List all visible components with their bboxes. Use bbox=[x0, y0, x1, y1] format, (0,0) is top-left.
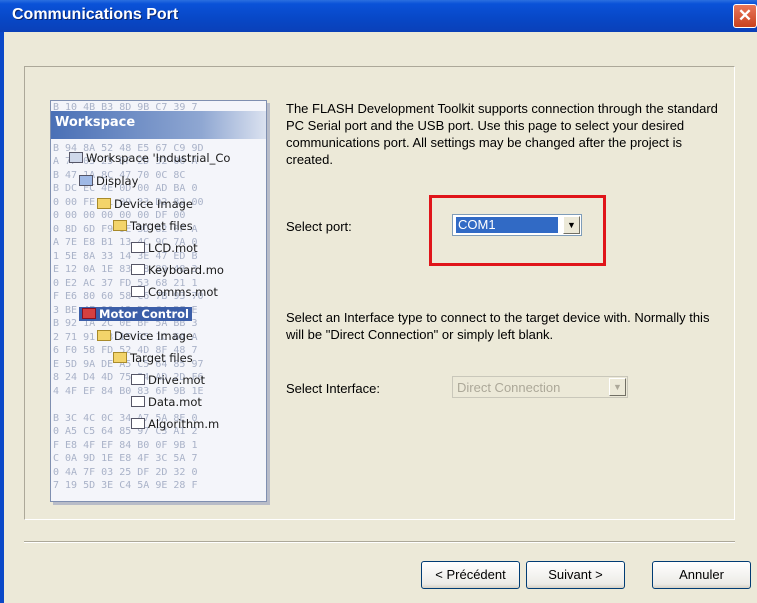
cancel-button[interactable]: Annuler bbox=[652, 561, 751, 589]
select-interface-label: Select Interface: bbox=[286, 381, 380, 396]
tree-item-label: Target files bbox=[130, 219, 193, 233]
close-icon: ✕ bbox=[737, 6, 753, 25]
folder-icon bbox=[97, 198, 111, 209]
tree-item-label: Drive.mot bbox=[148, 373, 206, 387]
folder-icon bbox=[113, 220, 127, 231]
tree-item-label: Device Image bbox=[114, 329, 194, 343]
back-button[interactable]: < Précédent bbox=[421, 561, 520, 589]
title-bar: Communications Port ✕ bbox=[0, 0, 757, 32]
button-separator bbox=[24, 541, 735, 543]
chevron-down-icon: ▼ bbox=[613, 382, 622, 392]
workspace-illustration: B 10 4B B3 8D 9B C7 39 7 2A 9A 21 5A 4D … bbox=[50, 100, 267, 502]
tree-item-label: Target files bbox=[130, 351, 193, 365]
tree-item: Target files bbox=[113, 219, 193, 233]
hex-row: 7 19 5D 3E C4 5A 9E 28 F bbox=[53, 480, 198, 491]
file-icon bbox=[131, 286, 145, 297]
file-icon bbox=[131, 374, 145, 385]
file-icon bbox=[131, 418, 145, 429]
intro-text: The FLASH Development Toolkit supports c… bbox=[286, 101, 718, 167]
interface-description: Select an Interface type to connect to t… bbox=[286, 310, 710, 342]
display-icon bbox=[79, 175, 93, 186]
interface-select[interactable]: Direct Connection ▼ bbox=[452, 376, 628, 398]
tree-item: Device Image bbox=[97, 329, 193, 343]
next-button[interactable]: Suivant > bbox=[526, 561, 625, 589]
file-icon bbox=[131, 242, 145, 253]
tree-item: Data.mot bbox=[131, 395, 202, 409]
tree-item: Device Image bbox=[97, 197, 193, 211]
tree-item: Display bbox=[79, 174, 138, 188]
tree-item: Comms.mot bbox=[131, 285, 218, 299]
tree-item: Motor Control bbox=[79, 307, 192, 321]
workspace-icon bbox=[69, 152, 83, 163]
window-frame-left bbox=[0, 32, 4, 603]
tree-item: Drive.mot bbox=[131, 373, 205, 387]
tree-item-label: Device Image bbox=[114, 197, 194, 211]
tree-item-label: Motor Control bbox=[99, 307, 189, 321]
tree-item: Keyboard.mo bbox=[131, 263, 224, 277]
tree-item: Algorithm.m bbox=[131, 417, 219, 431]
file-icon bbox=[131, 264, 145, 275]
close-button[interactable]: ✕ bbox=[733, 4, 757, 28]
tree-item-label: Workspace 'Industrial_Co bbox=[86, 151, 231, 165]
hex-row: C 0A 9D 1E E8 4F 3C 5A 7 bbox=[53, 453, 198, 464]
tree-item-label: Keyboard.mo bbox=[148, 263, 224, 277]
interface-select-value: Direct Connection bbox=[457, 380, 561, 395]
illustration-header: Workspace bbox=[51, 111, 266, 139]
file-icon bbox=[131, 396, 145, 407]
tree-item: LCD.mot bbox=[131, 241, 198, 255]
motor-control-icon bbox=[82, 308, 96, 319]
tree-item-label: Data.mot bbox=[148, 395, 202, 409]
illustration-header-label: Workspace bbox=[55, 115, 136, 130]
folder-icon bbox=[97, 330, 111, 341]
tree-item-label: Comms.mot bbox=[148, 285, 218, 299]
tree-item-label: Display bbox=[96, 174, 139, 188]
port-highlight-box bbox=[429, 195, 606, 266]
tree-item: Target files bbox=[113, 351, 193, 365]
tree-item-label: LCD.mot bbox=[148, 241, 198, 255]
window-title: Communications Port bbox=[12, 6, 179, 23]
tree-item-label: Algorithm.m bbox=[148, 417, 220, 431]
tree-item: Workspace 'Industrial_Co bbox=[69, 151, 230, 165]
folder-icon bbox=[113, 352, 127, 363]
hex-row: F E8 4F EF 84 B0 0F 9B 1 bbox=[53, 439, 198, 451]
interface-dropdown-button[interactable]: ▼ bbox=[609, 378, 626, 396]
select-port-label: Select port: bbox=[286, 219, 352, 234]
hex-row: 0 4A 7F 03 25 DF 2D 32 0 bbox=[53, 466, 198, 478]
